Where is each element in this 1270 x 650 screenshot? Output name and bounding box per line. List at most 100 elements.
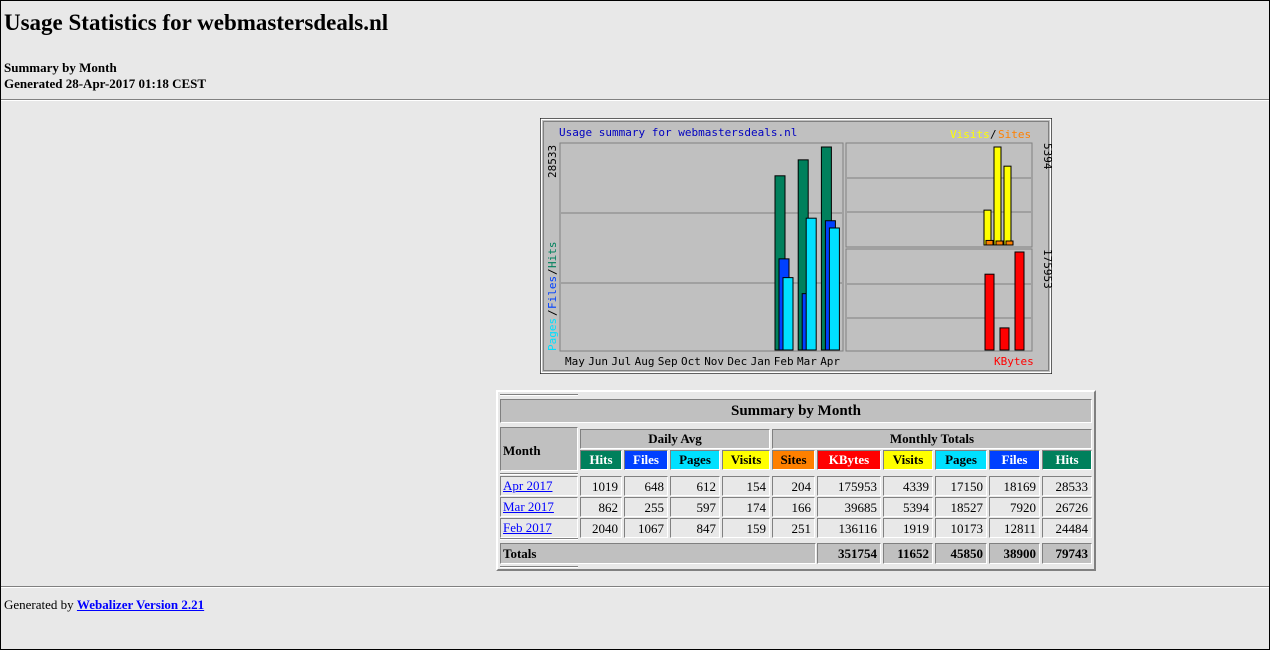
generated-timestamp: Generated 28-Apr-2017 01:18 CEST	[4, 76, 207, 91]
month-label-jan: Jan	[751, 355, 771, 368]
summary-table: Summary by Month Month Daily Avg Monthly…	[496, 390, 1096, 571]
pages-bar-feb	[782, 277, 794, 351]
table-cell: 7920	[989, 497, 1040, 517]
pages-bar-mar	[805, 217, 817, 351]
table-caption: Summary by Month	[500, 399, 1092, 423]
table-cell: 10173	[935, 518, 987, 538]
axis-label-files: Files	[546, 276, 559, 309]
month-label-mar: Mar	[797, 355, 817, 368]
month-label-jun: Jun	[588, 355, 608, 368]
webalizer-link[interactable]: Webalizer Version 2.21	[77, 597, 204, 612]
table-cell: 18527	[935, 497, 987, 517]
month-label-jul: Jul	[611, 355, 631, 368]
month-cell: Mar 2017	[500, 497, 578, 517]
axis-label-pages: Pages	[546, 318, 559, 351]
pages-bar-apr	[828, 227, 840, 351]
sites-bar-apr	[1005, 240, 1014, 246]
kbytes-bar-feb	[984, 273, 995, 351]
column-header-visits: Visits	[722, 450, 770, 470]
summary-label: Summary by Month	[4, 60, 117, 75]
page-title: Usage Statistics for webmastersdeals.nl	[4, 10, 389, 35]
visits-bar-apr	[1003, 165, 1012, 246]
column-header-visits: Visits	[883, 450, 933, 470]
month-link[interactable]: Feb 2017	[503, 520, 552, 535]
table-cell: 862	[580, 497, 622, 517]
sites-bar-mar	[995, 240, 1004, 246]
usage-summary-graph: Usage summary for webmastersdeals.nl Vis…	[540, 118, 1052, 374]
totals-label: Totals	[500, 543, 816, 564]
axis-slash-2: /	[546, 268, 559, 275]
kbytes-bar-mar	[999, 327, 1010, 351]
monthly-totals-header: Monthly Totals	[772, 429, 1092, 449]
month-cell: Apr 2017	[500, 476, 578, 496]
axis-label-hits: Hits	[546, 242, 559, 269]
month-label-dec: Dec	[727, 355, 747, 368]
month-column-header: Month	[500, 427, 578, 471]
visits-axis-max: 5394	[1041, 143, 1052, 170]
table-cell: 17150	[935, 476, 987, 496]
table-cell: 174	[722, 497, 770, 517]
column-header-pages: Pages	[935, 450, 987, 470]
legend-visits: Visits	[950, 128, 990, 141]
table-cell: 12811	[989, 518, 1040, 538]
table-cell: 26726	[1042, 497, 1092, 517]
legend-sites: Sites	[998, 128, 1031, 141]
bottom-divider	[1, 586, 1269, 588]
table-cell: 175953	[817, 476, 881, 496]
month-label-sep: Sep	[658, 355, 678, 368]
table-cell: 159	[722, 518, 770, 538]
month-label-may: May	[565, 355, 585, 368]
table-cell: 847	[670, 518, 720, 538]
table-cell: 5394	[883, 497, 933, 517]
column-header-files: Files	[989, 450, 1040, 470]
month-link[interactable]: Apr 2017	[503, 478, 552, 493]
left-axis-max: 28533	[546, 145, 559, 178]
table-cell: 24484	[1042, 518, 1092, 538]
totals-cell: 79743	[1042, 543, 1092, 564]
column-header-hits: Hits	[1042, 450, 1092, 470]
table-cell: 18169	[989, 476, 1040, 496]
table-cell: 136116	[817, 518, 881, 538]
month-cell: Feb 2017	[500, 518, 578, 538]
table-cell: 4339	[883, 476, 933, 496]
table-cell: 28533	[1042, 476, 1092, 496]
month-label-oct: Oct	[681, 355, 701, 368]
table-cell: 154	[722, 476, 770, 496]
totals-cell: 11652	[883, 543, 933, 564]
top-divider	[1, 99, 1269, 101]
table-cell: 255	[624, 497, 668, 517]
footer-prefix: Generated by	[4, 597, 74, 612]
table-cell: 166	[772, 497, 815, 517]
table-cell: 204	[772, 476, 815, 496]
table-cell: 1919	[883, 518, 933, 538]
table-cell: 612	[670, 476, 720, 496]
table-cell: 1019	[580, 476, 622, 496]
table-cell: 39685	[817, 497, 881, 517]
footer: Generated by Webalizer Version 2.21	[4, 597, 204, 613]
month-label-nov: Nov	[704, 355, 724, 368]
month-label-feb: Feb	[774, 355, 794, 368]
table-cell: 1067	[624, 518, 668, 538]
legend-slash: /	[990, 128, 997, 141]
kbytes-label: KBytes	[994, 355, 1034, 368]
visits-bar-feb	[983, 209, 992, 246]
column-header-kbytes: KBytes	[817, 450, 881, 470]
column-header-hits: Hits	[580, 450, 622, 470]
sites-bar-feb	[985, 239, 994, 246]
month-label-apr: Apr	[820, 355, 840, 368]
table-cell: 597	[670, 497, 720, 517]
column-header-files: Files	[624, 450, 668, 470]
column-header-sites: Sites	[772, 450, 815, 470]
totals-cell: 38900	[989, 543, 1040, 564]
totals-cell: 45850	[935, 543, 987, 564]
table-cell: 2040	[580, 518, 622, 538]
column-header-pages: Pages	[670, 450, 720, 470]
visits-bar-mar	[993, 146, 1002, 246]
table-cell: 251	[772, 518, 815, 538]
month-link[interactable]: Mar 2017	[503, 499, 554, 514]
kbytes-bar-apr	[1014, 251, 1025, 351]
kbytes-axis-max: 175953	[1041, 249, 1052, 289]
axis-slash-1: /	[546, 309, 559, 316]
daily-avg-header: Daily Avg	[580, 429, 770, 449]
table-cell: 648	[624, 476, 668, 496]
